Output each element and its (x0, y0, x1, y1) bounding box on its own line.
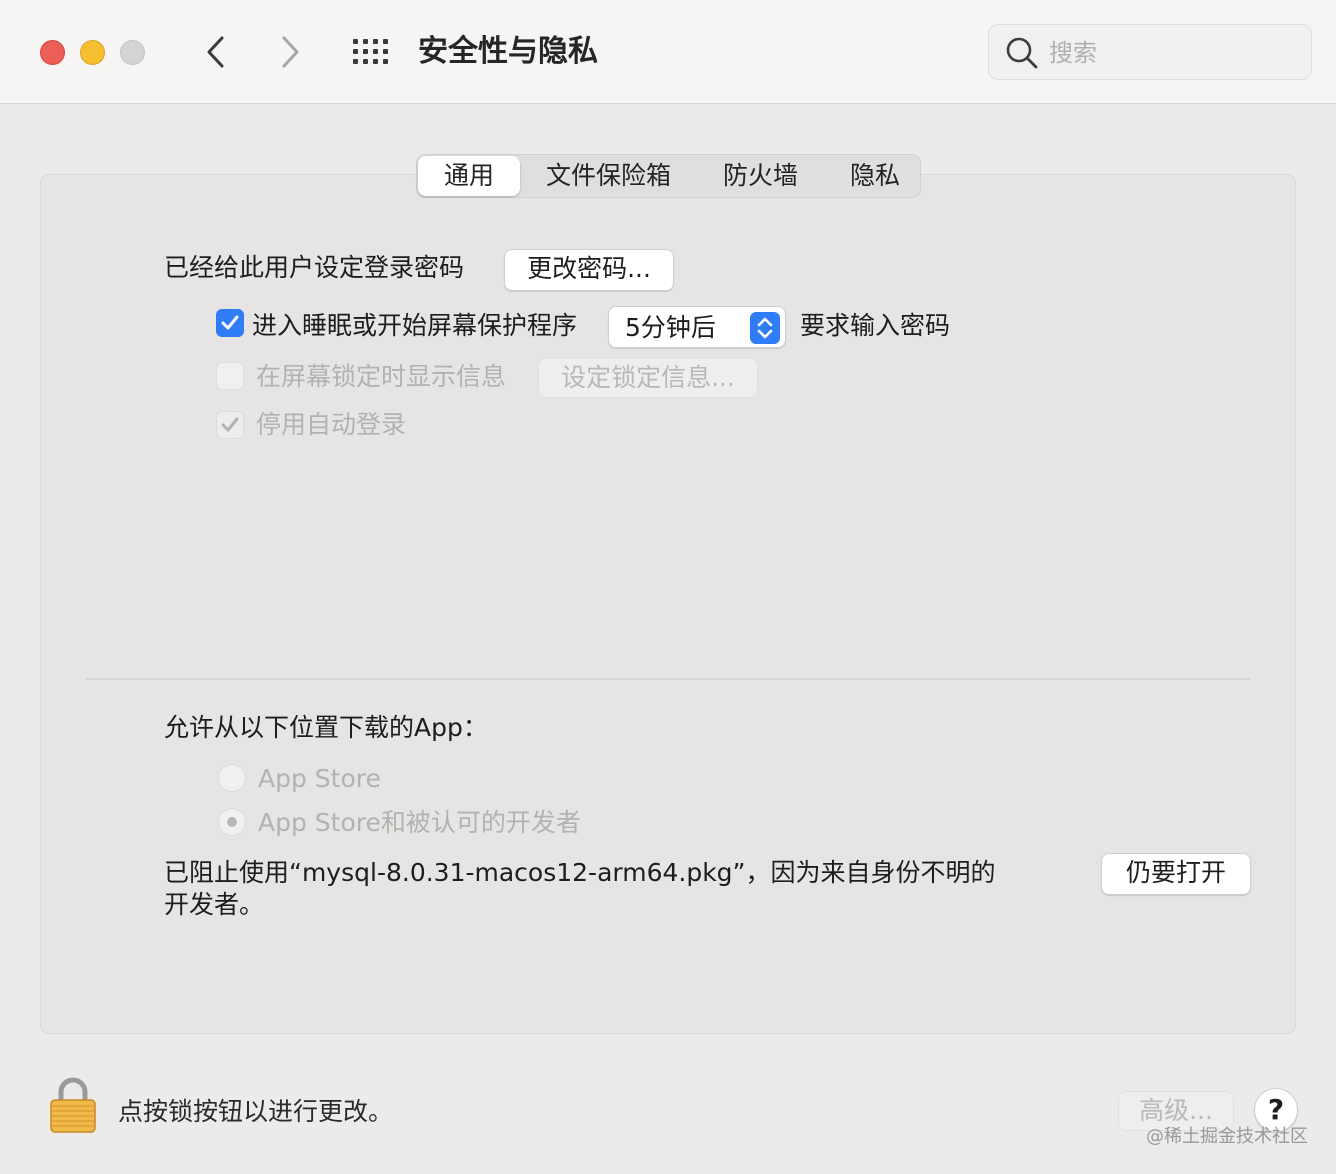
password-status-text: 已经给此用户设定登录密码 (164, 253, 465, 282)
chevron-right-icon (282, 36, 299, 68)
blocked-message-line1: 已阻止使用“mysql-8.0.31-macos12-arm64.pkg”，因为… (164, 858, 996, 887)
radio-app-store-identified[interactable] (218, 808, 246, 836)
tab-privacy[interactable]: 隐私 (824, 156, 926, 196)
tab-general[interactable]: 通用 (418, 156, 521, 196)
show-message-label: 在屏幕锁定时显示信息 (256, 362, 507, 391)
watermark: @稀土掘金技术社区 (1146, 1126, 1308, 1147)
disable-auto-login-label: 停用自动登录 (256, 410, 407, 439)
select-arrows-icon (750, 312, 780, 344)
download-source-heading: 允许从以下位置下载的App： (164, 713, 488, 742)
search-icon (1006, 37, 1038, 69)
require-password-delay-select[interactable]: 5分钟后 (608, 306, 786, 348)
section-divider (86, 678, 1250, 680)
radio-dot (227, 817, 237, 827)
search-input[interactable] (1049, 35, 1299, 71)
select-value: 5分钟后 (625, 313, 716, 342)
checkmark-icon (221, 315, 239, 330)
checkmark-icon (221, 417, 239, 432)
radio-app-store[interactable] (218, 764, 246, 792)
search-field[interactable] (988, 24, 1312, 80)
show-all-grid-icon (353, 39, 388, 64)
minimize-button[interactable] (80, 40, 105, 65)
show-message-checkbox[interactable] (216, 362, 244, 390)
require-password-checkbox[interactable] (216, 309, 244, 337)
window-title: 安全性与隐私 (418, 34, 598, 69)
lock-hint-text: 点按锁按钮以进行更改。 (118, 1097, 394, 1126)
tab-bar: 通用 文件保险箱 防火墙 隐私 (416, 154, 921, 198)
require-password-suffix: 要求输入密码 (800, 311, 951, 340)
show-all-button[interactable] (352, 38, 390, 66)
lock-button[interactable] (48, 1076, 98, 1134)
zoom-button[interactable] (120, 40, 145, 65)
change-password-button[interactable]: 更改密码... (504, 249, 674, 291)
tab-firewall[interactable]: 防火墙 (697, 156, 824, 196)
set-lock-message-button[interactable]: 设定锁定信息... (538, 358, 758, 398)
tab-filevault[interactable]: 文件保险箱 (520, 156, 697, 196)
open-anyway-button[interactable]: 仍要打开 (1101, 853, 1251, 895)
radio-app-store-label: App Store (258, 764, 381, 793)
close-button[interactable] (40, 40, 65, 65)
title-bar: 安全性与隐私 (0, 0, 1336, 104)
lock-icon (50, 1077, 96, 1133)
radio-app-store-identified-label: App Store和被认可的开发者 (258, 808, 581, 837)
require-password-label: 进入睡眠或开始屏幕保护程序 (252, 311, 578, 340)
back-button[interactable] (202, 34, 230, 70)
blocked-message-line2: 开发者。 (164, 890, 265, 919)
chevron-left-icon (207, 36, 224, 68)
disable-auto-login-checkbox[interactable] (216, 411, 244, 439)
forward-button[interactable] (276, 34, 304, 70)
